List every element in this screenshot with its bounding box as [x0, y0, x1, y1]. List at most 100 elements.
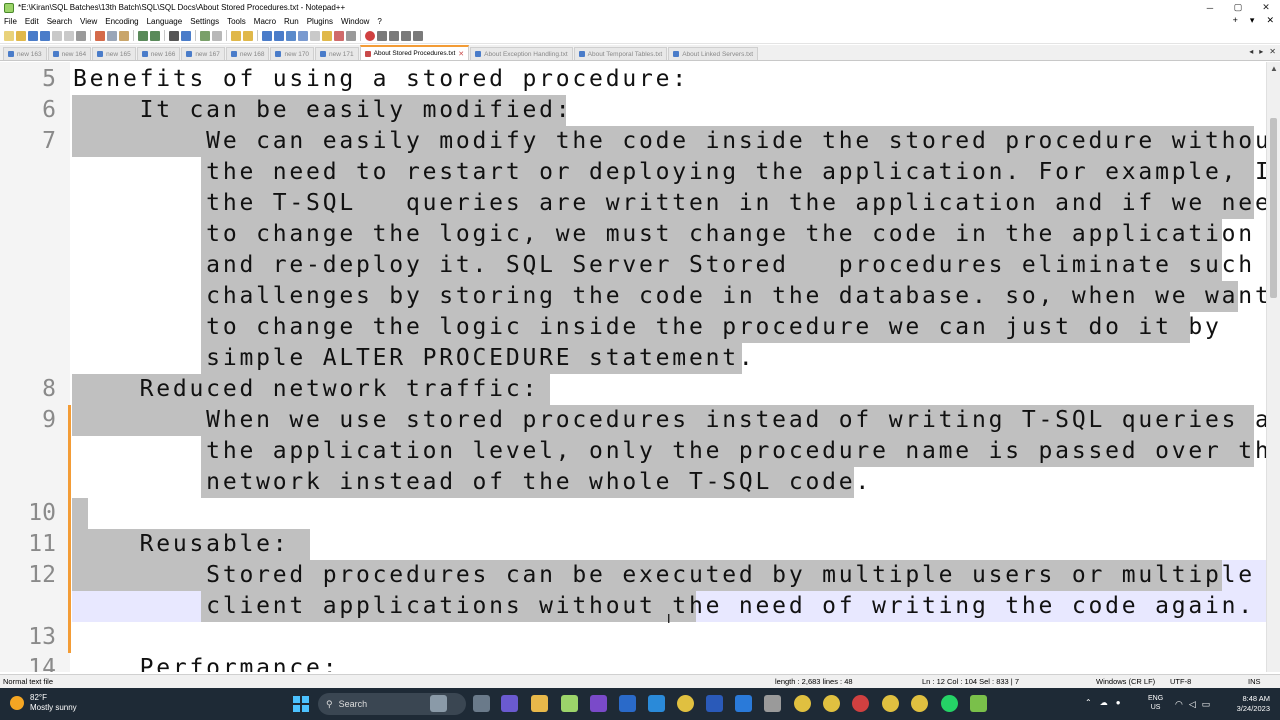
- tab-scroll-left-icon[interactable]: ◂: [1249, 47, 1253, 56]
- redo-icon[interactable]: [150, 30, 160, 41]
- app-icon-1[interactable]: [619, 695, 636, 712]
- menu-help[interactable]: ?: [373, 17, 385, 26]
- line-text[interactable]: It can be easily modified:: [73, 95, 572, 126]
- onedrive-icon[interactable]: ☁: [1100, 698, 1108, 707]
- editor-line[interactable]: 11 Reusable:: [0, 529, 1266, 560]
- tab-new-163[interactable]: new 163: [3, 47, 47, 60]
- close-button[interactable]: ✕: [1252, 0, 1280, 15]
- menu-settings[interactable]: Settings: [186, 17, 223, 26]
- doc-map-icon[interactable]: [298, 30, 308, 41]
- close-all-icon[interactable]: [64, 30, 74, 41]
- tab-about-linked-servers[interactable]: About Linked Servers.txt: [668, 47, 759, 60]
- save-all-icon[interactable]: [40, 30, 50, 41]
- line-text[interactable]: network instead of the whole T-SQL code.: [73, 467, 872, 498]
- tab-scroll-right-icon[interactable]: ▸: [1259, 47, 1263, 56]
- editor-line[interactable]: simple ALTER PROCEDURE statement.: [0, 343, 1266, 374]
- chrome-icon-5[interactable]: [911, 695, 928, 712]
- zoom-out-icon[interactable]: [212, 30, 222, 41]
- editor-line[interactable]: challenges by storing the code in the da…: [0, 281, 1269, 312]
- tray-status-icons[interactable]: ◠ ◁ ▭: [1175, 699, 1210, 710]
- editor-line[interactable]: 14 Performance:: [0, 653, 1266, 672]
- play-macro-icon[interactable]: [389, 30, 399, 41]
- app-icon-4[interactable]: [852, 695, 869, 712]
- status-encoding[interactable]: UTF-8: [1170, 677, 1191, 686]
- stop-macro-icon[interactable]: [377, 30, 387, 41]
- text-editor[interactable]: 5 Benefits of using a stored procedure: 6 …: [0, 62, 1280, 672]
- sync-h-icon[interactable]: [243, 30, 253, 41]
- chrome-icon-4[interactable]: [882, 695, 899, 712]
- line-text[interactable]: Reduced network traffic:: [73, 374, 539, 405]
- undo-icon[interactable]: [138, 30, 148, 41]
- chrome-icon-2[interactable]: [794, 695, 811, 712]
- tab-new-171[interactable]: new 171: [315, 47, 359, 60]
- folder-workspace-icon[interactable]: [322, 30, 332, 41]
- menu-macro[interactable]: Macro: [250, 17, 280, 26]
- close-icon[interactable]: [52, 30, 62, 41]
- tab-new-164[interactable]: new 164: [47, 47, 92, 60]
- word-wrap-icon[interactable]: [262, 30, 272, 41]
- tab-close-icon[interactable]: ✕: [458, 50, 464, 58]
- line-text[interactable]: the need to restart or deploying the app…: [73, 157, 1280, 188]
- zoom-in-icon[interactable]: [200, 30, 210, 41]
- menu-plugins[interactable]: Plugins: [303, 17, 337, 26]
- view-icon[interactable]: [346, 30, 356, 41]
- show-all-chars-icon[interactable]: [274, 30, 284, 41]
- microphone-icon[interactable]: ●: [1116, 698, 1121, 707]
- indent-guide-icon[interactable]: [286, 30, 296, 41]
- file-explorer-icon[interactable]: [531, 695, 548, 712]
- editor-line[interactable]: 6 It can be easily modified:: [0, 95, 1266, 126]
- save-macro-icon[interactable]: [413, 30, 423, 41]
- line-text[interactable]: We can easily modify the code inside the…: [73, 126, 1280, 157]
- editor-line[interactable]: to change the logic inside the procedure…: [0, 312, 1266, 343]
- maximize-button[interactable]: ▢: [1224, 0, 1252, 15]
- line-text[interactable]: to change the logic, we must change the …: [73, 219, 1255, 250]
- line-text[interactable]: the application level, only the procedur…: [73, 436, 1280, 467]
- line-text[interactable]: Stored procedures can be executed by mul…: [73, 560, 1255, 591]
- tab-new-168[interactable]: new 168: [225, 47, 270, 60]
- line-text[interactable]: the T-SQL queries are written in the app…: [73, 188, 1280, 219]
- menu-view[interactable]: View: [76, 17, 101, 26]
- monitoring-icon[interactable]: [334, 30, 344, 41]
- tray-chevron-icon[interactable]: ⌃: [1085, 698, 1092, 707]
- record-macro-icon[interactable]: [365, 30, 375, 41]
- app-icon-5[interactable]: [970, 695, 987, 712]
- editor-line[interactable]: network instead of the whole T-SQL code.: [0, 467, 1266, 498]
- editor-line[interactable]: 12 Stored procedures can be executed by …: [0, 560, 1266, 591]
- cut-icon[interactable]: [95, 30, 105, 41]
- tab-about-stored-procedures[interactable]: About Stored Procedures.txt ✕: [359, 45, 470, 60]
- whatsapp-icon[interactable]: [941, 695, 958, 712]
- app-icon-2[interactable]: [648, 695, 665, 712]
- save-icon[interactable]: [28, 30, 38, 41]
- tab-about-temporal-tables[interactable]: About Temporal Tables.txt: [573, 47, 668, 60]
- editor-line[interactable]: 5 Benefits of using a stored procedure:: [0, 64, 1266, 95]
- line-text[interactable]: challenges by storing the code in the da…: [73, 281, 1272, 312]
- tab-about-exception-handling[interactable]: About Exception Handling.txt: [470, 47, 573, 60]
- status-eol[interactable]: Windows (CR LF): [1096, 677, 1155, 686]
- language-indicator[interactable]: ENG US: [1148, 694, 1163, 712]
- visual-studio-icon[interactable]: [590, 695, 607, 712]
- copy-icon[interactable]: [107, 30, 117, 41]
- editor-line[interactable]: 8 Reduced network traffic:: [0, 374, 1266, 405]
- start-button[interactable]: [293, 696, 309, 712]
- editor-line[interactable]: client applications without the need of …: [0, 591, 1266, 622]
- find-icon[interactable]: [169, 30, 179, 41]
- line-text[interactable]: Performance:: [73, 653, 339, 672]
- minimize-button[interactable]: ─: [1196, 0, 1224, 15]
- editor-line[interactable]: the need to restart or deploying the app…: [0, 157, 1280, 188]
- scroll-up-icon[interactable]: ▲: [1270, 64, 1278, 73]
- line-text[interactable]: and re-deploy it. SQL Server Stored proc…: [73, 250, 1255, 281]
- teams-icon[interactable]: [501, 695, 518, 712]
- tab-list-button[interactable]: ▾: [1250, 15, 1255, 26]
- line-text[interactable]: Benefits of using a stored procedure:: [73, 64, 689, 95]
- outlook-icon[interactable]: [735, 695, 752, 712]
- app-icon-3[interactable]: [764, 695, 781, 712]
- menu-search[interactable]: Search: [43, 17, 76, 26]
- chrome-icon-3[interactable]: [823, 695, 840, 712]
- tab-new-167[interactable]: new 167: [181, 47, 225, 60]
- tab-new-165[interactable]: new 165: [92, 47, 136, 60]
- line-text[interactable]: When we use stored procedures instead of…: [73, 405, 1280, 436]
- editor-line[interactable]: 10: [0, 498, 1266, 529]
- print-icon[interactable]: [76, 30, 86, 41]
- open-file-icon[interactable]: [16, 30, 26, 41]
- editor-line[interactable]: 13: [0, 622, 1266, 653]
